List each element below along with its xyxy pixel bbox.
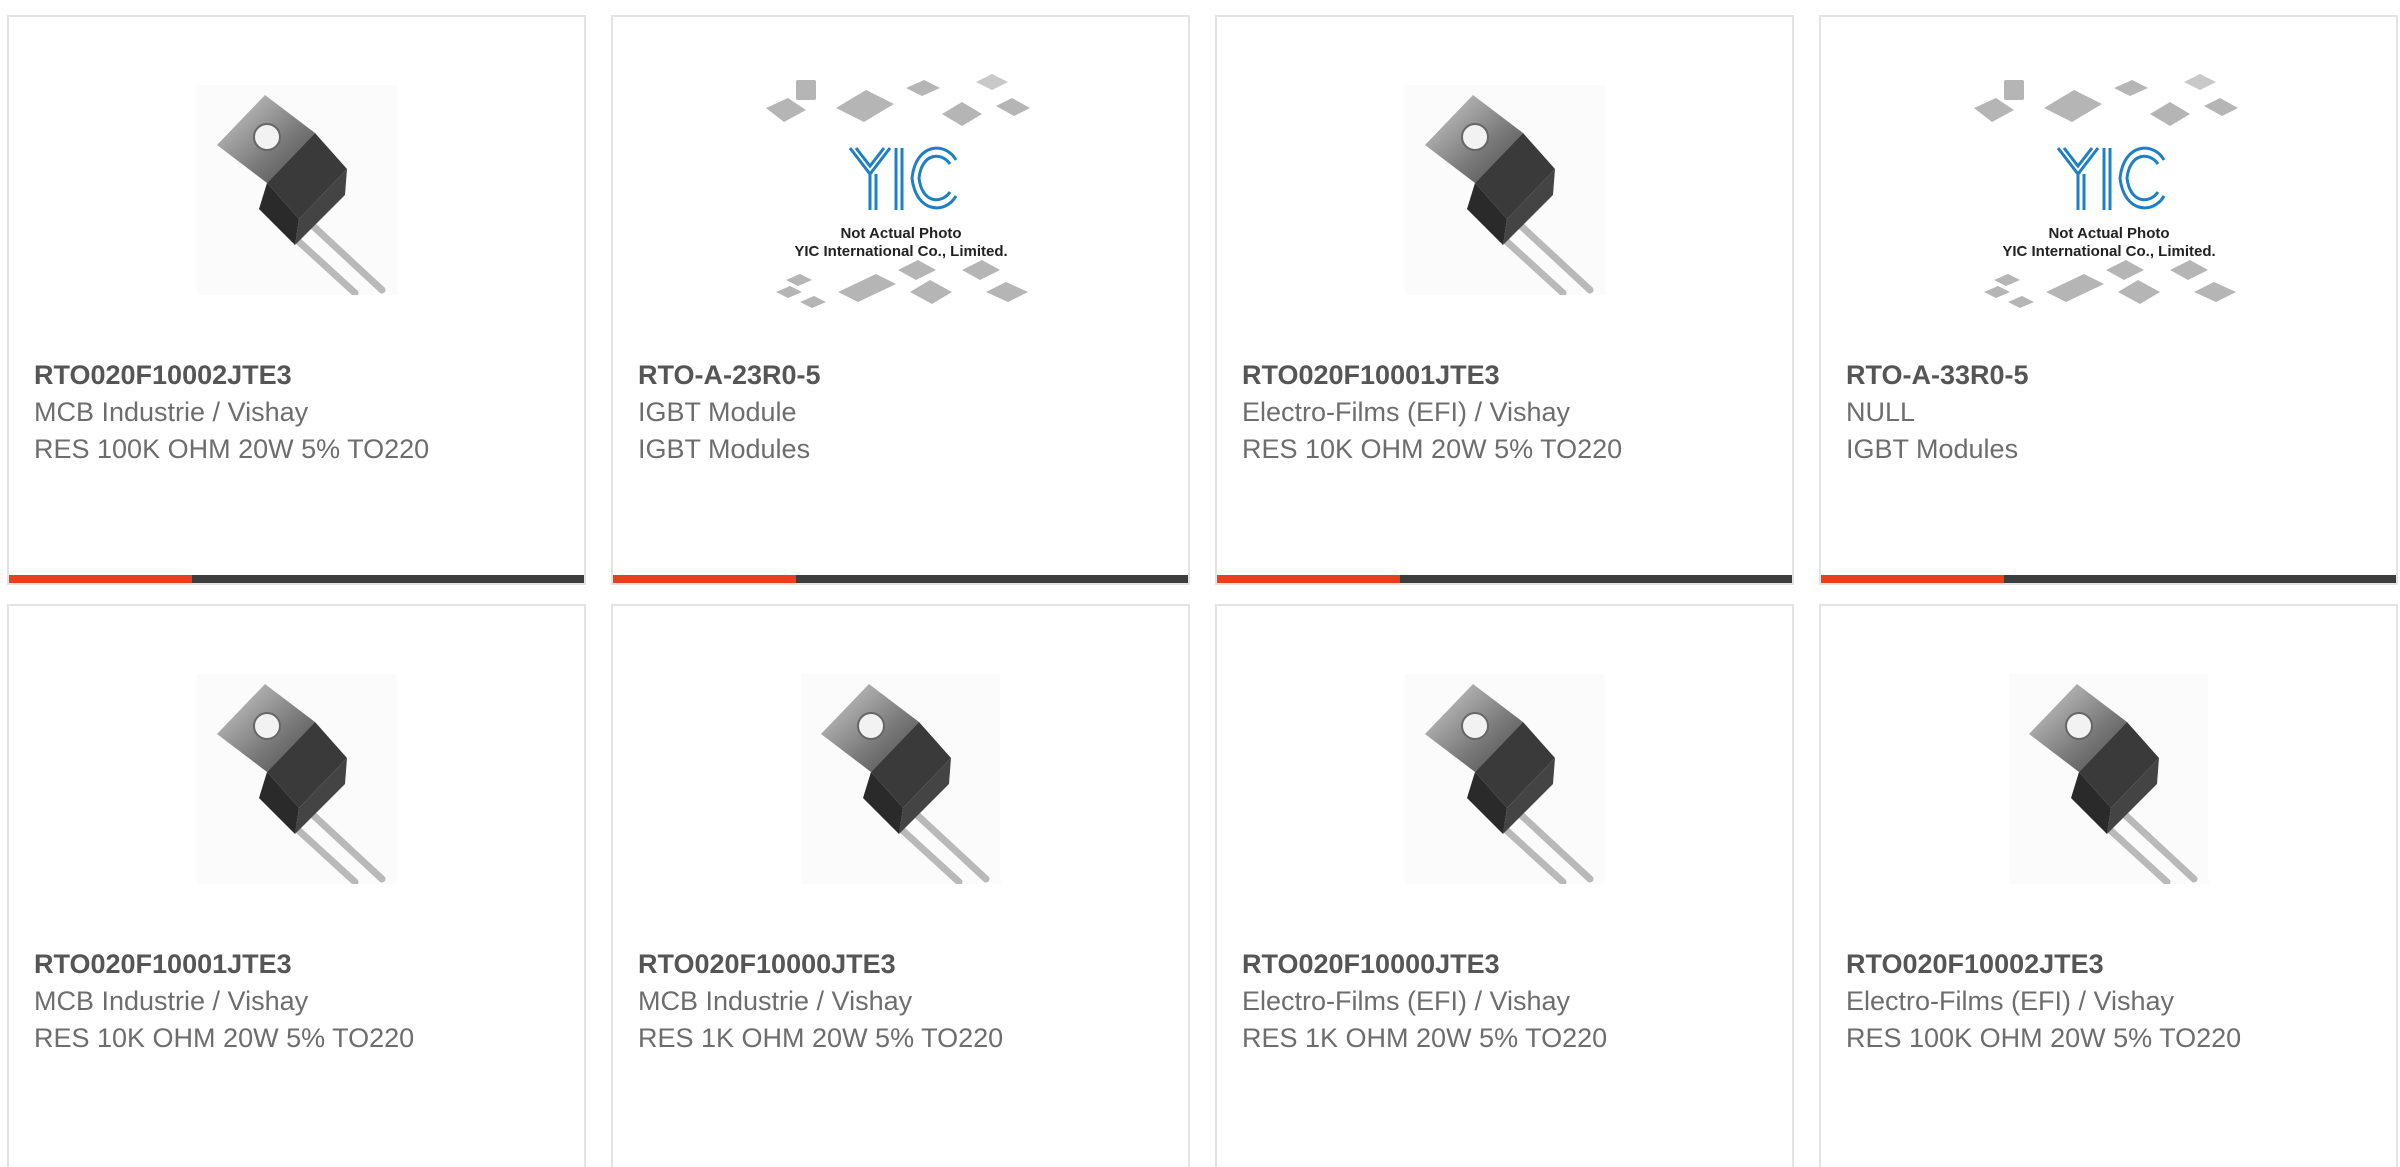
card-footer-bar	[1217, 575, 1792, 583]
placeholder-caption: Not Actual Photo	[2048, 225, 2169, 242]
manufacturer: IGBT Module	[638, 397, 797, 427]
yic-placeholder-icon: Not Actual Photo YIC International Co., …	[765, 74, 1030, 308]
product-image[interactable]	[613, 664, 1188, 894]
to220-resistor-icon	[800, 674, 1001, 884]
description: RES 10K OHM 20W 5% TO220	[34, 1023, 415, 1053]
manufacturer: Electro-Films (EFI) / Vishay	[1242, 397, 1571, 427]
product-info: RTO020F10000JTE3 Electro-Films (EFI) / V…	[1242, 946, 1772, 1057]
part-number[interactable]: RTO-A-23R0-5	[638, 357, 1168, 394]
product-card[interactable]: RTO020F10000JTE3 MCB Industrie / Vishay …	[611, 604, 1190, 1167]
product-image[interactable]	[9, 75, 584, 305]
description: RES 1K OHM 20W 5% TO220	[638, 1023, 1004, 1053]
description: RES 10K OHM 20W 5% TO220	[1242, 434, 1623, 464]
product-card[interactable]: RTO020F10001JTE3 Electro-Films (EFI) / V…	[1215, 15, 1794, 585]
product-image[interactable]	[9, 664, 584, 894]
product-image[interactable]	[1217, 75, 1792, 305]
yic-placeholder-icon: Not Actual Photo YIC International Co., …	[1973, 74, 2238, 308]
to220-resistor-icon	[1404, 674, 1605, 884]
card-footer-accent	[613, 575, 796, 583]
product-card[interactable]: RTO020F10002JTE3 MCB Industrie / Vishay …	[7, 15, 586, 585]
placeholder-caption: Not Actual Photo	[840, 225, 961, 242]
manufacturer: NULL	[1846, 397, 1916, 427]
description: IGBT Modules	[638, 434, 811, 464]
description: IGBT Modules	[1846, 434, 2019, 464]
manufacturer: MCB Industrie / Vishay	[34, 397, 309, 427]
card-footer-bar	[613, 575, 1188, 583]
product-image[interactable]	[1821, 664, 2396, 894]
card-footer-bar	[9, 575, 584, 583]
product-info: RTO020F10000JTE3 MCB Industrie / Vishay …	[638, 946, 1168, 1057]
part-number[interactable]: RTO020F10000JTE3	[638, 946, 1168, 983]
product-card[interactable]: Not Actual Photo YIC International Co., …	[1819, 15, 2398, 585]
product-image[interactable]: Not Actual Photo YIC International Co., …	[1821, 74, 2396, 308]
product-image[interactable]	[1217, 664, 1792, 894]
placeholder-company: YIC International Co., Limited.	[2002, 243, 2215, 260]
to220-resistor-icon	[196, 85, 397, 295]
part-number[interactable]: RTO020F10000JTE3	[1242, 946, 1772, 983]
card-footer-accent	[1217, 575, 1400, 583]
product-card[interactable]: RTO020F10002JTE3 Electro-Films (EFI) / V…	[1819, 604, 2398, 1167]
manufacturer: Electro-Films (EFI) / Vishay	[1846, 986, 2175, 1016]
product-info: RTO-A-23R0-5 IGBT Module IGBT Modules	[638, 357, 1168, 468]
description: RES 1K OHM 20W 5% TO220	[1242, 1023, 1608, 1053]
to220-resistor-icon	[196, 674, 397, 884]
part-number[interactable]: RTO020F10002JTE3	[34, 357, 564, 394]
product-info: RTO020F10001JTE3 MCB Industrie / Vishay …	[34, 946, 564, 1057]
part-number[interactable]: RTO020F10002JTE3	[1846, 946, 2376, 983]
part-number[interactable]: RTO020F10001JTE3	[1242, 357, 1772, 394]
product-image[interactable]: Not Actual Photo YIC International Co., …	[613, 74, 1188, 308]
product-info: RTO020F10002JTE3 MCB Industrie / Vishay …	[34, 357, 564, 468]
to220-resistor-icon	[2008, 674, 2209, 884]
card-footer-accent	[1821, 575, 2004, 583]
product-grid: RTO020F10002JTE3 MCB Industrie / Vishay …	[0, 0, 2400, 1167]
product-info: RTO-A-33R0-5 NULL IGBT Modules	[1846, 357, 2376, 468]
product-card[interactable]: Not Actual Photo YIC International Co., …	[611, 15, 1190, 585]
product-info: RTO020F10002JTE3 Electro-Films (EFI) / V…	[1846, 946, 2376, 1057]
description: RES 100K OHM 20W 5% TO220	[34, 434, 430, 464]
card-footer-bar	[1821, 575, 2396, 583]
product-card[interactable]: RTO020F10000JTE3 Electro-Films (EFI) / V…	[1215, 604, 1794, 1167]
to220-resistor-icon	[1404, 85, 1605, 295]
product-info: RTO020F10001JTE3 Electro-Films (EFI) / V…	[1242, 357, 1772, 468]
manufacturer: MCB Industrie / Vishay	[34, 986, 309, 1016]
part-number[interactable]: RTO-A-33R0-5	[1846, 357, 2376, 394]
product-card[interactable]: RTO020F10001JTE3 MCB Industrie / Vishay …	[7, 604, 586, 1167]
manufacturer: MCB Industrie / Vishay	[638, 986, 913, 1016]
manufacturer: Electro-Films (EFI) / Vishay	[1242, 986, 1571, 1016]
placeholder-company: YIC International Co., Limited.	[794, 243, 1007, 260]
description: RES 100K OHM 20W 5% TO220	[1846, 1023, 2242, 1053]
card-footer-accent	[9, 575, 192, 583]
part-number[interactable]: RTO020F10001JTE3	[34, 946, 564, 983]
